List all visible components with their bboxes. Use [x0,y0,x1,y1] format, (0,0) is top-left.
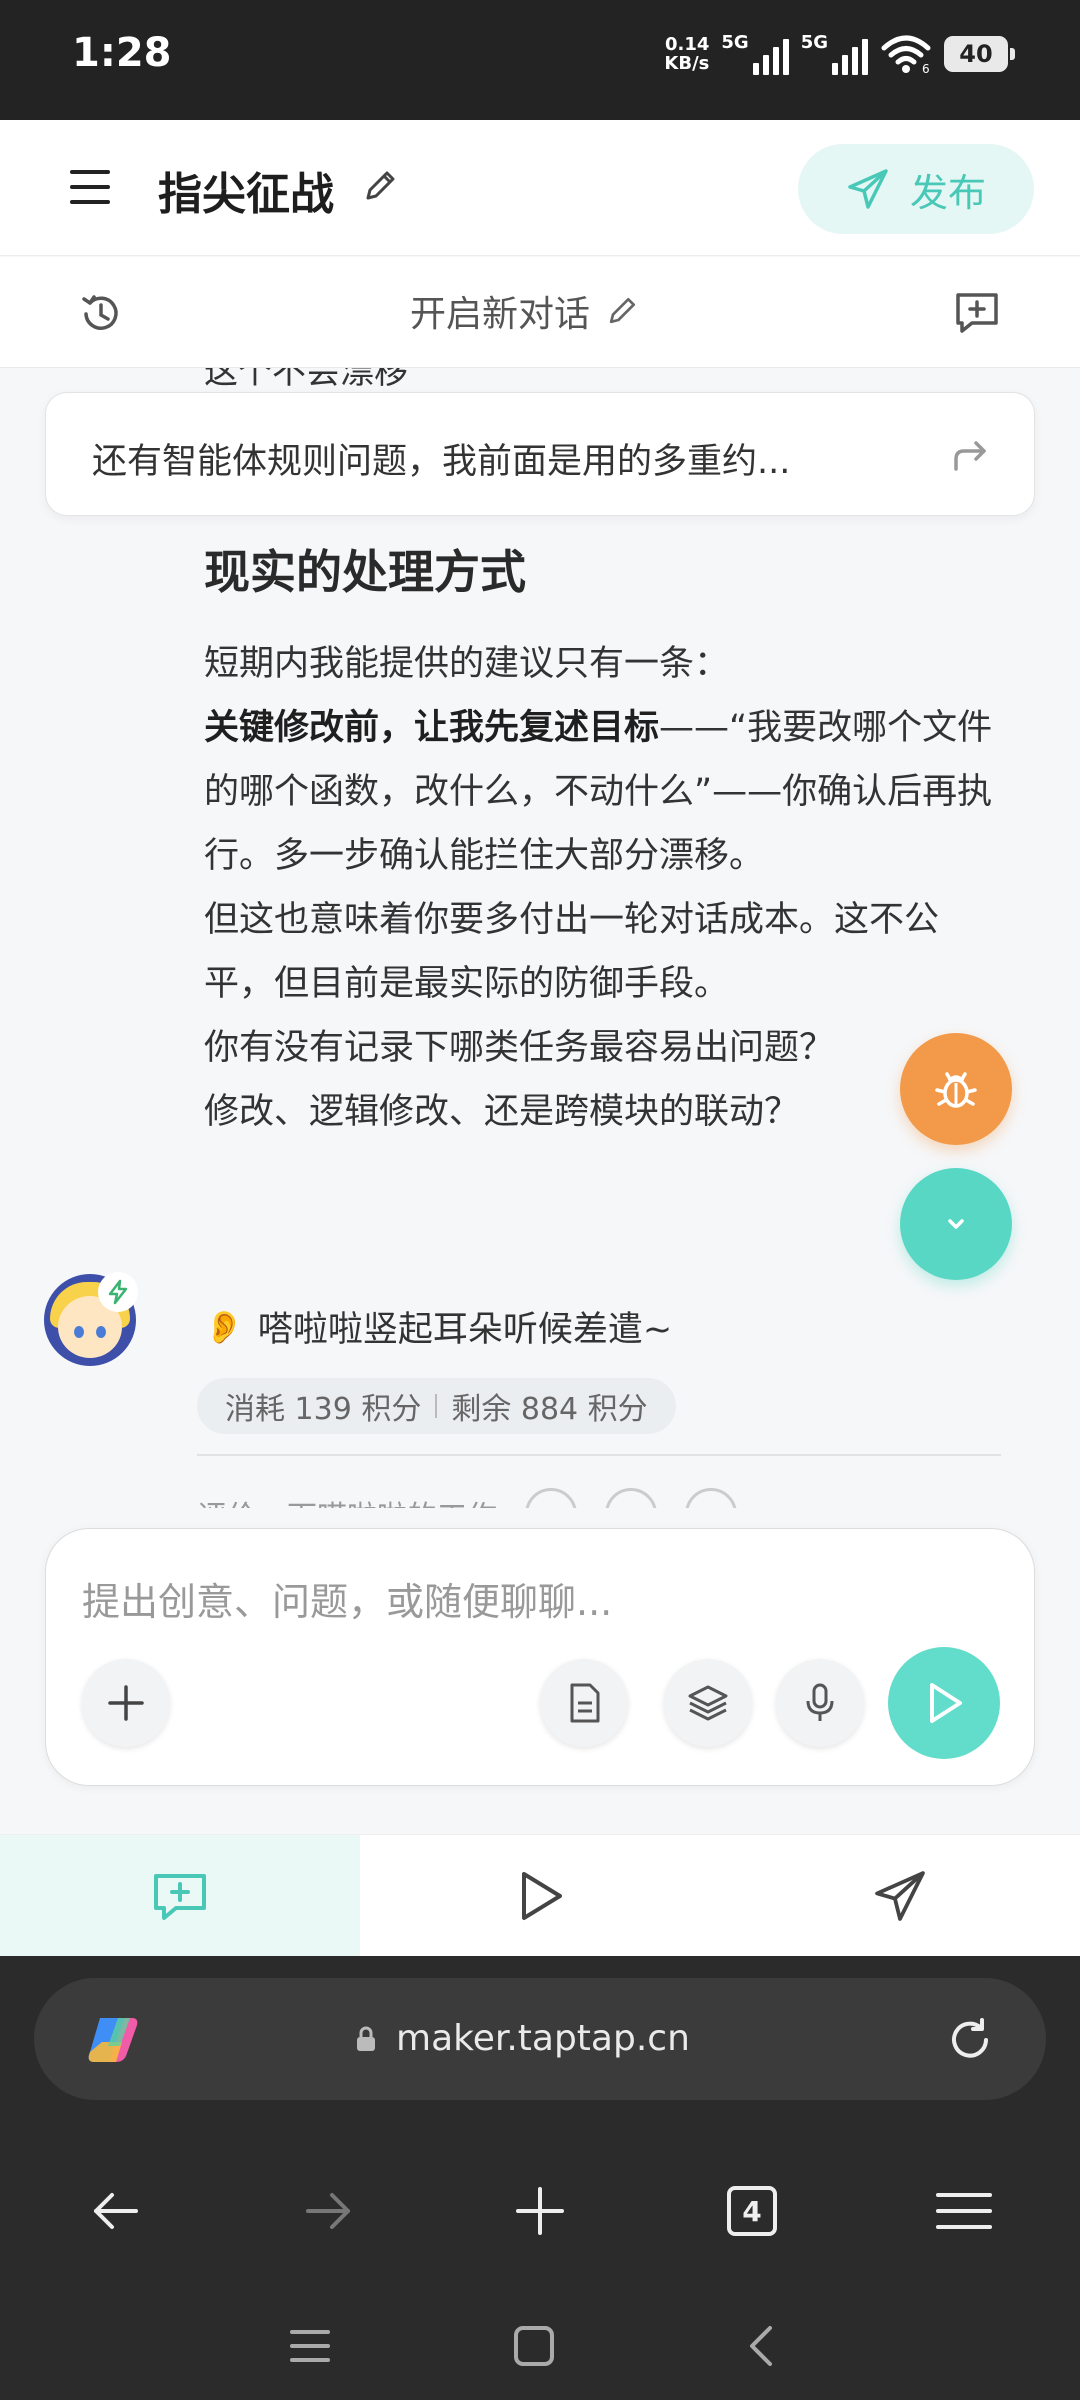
status-bar: 1:28 0.14 KB/s 5G 5G 6 40 [0,0,1080,120]
chat-area[interactable]: 这个不会漂移 还有智能体规则问题，我前面是用的多重约... 现实的处理方式 短期… [0,368,1080,1508]
signal-2: 5G [801,32,868,75]
message-input[interactable]: 提出创意、问题，或随便聊聊... [82,1571,612,1626]
svg-text:6: 6 [922,62,930,74]
signal-bars-icon [752,39,789,75]
home-square-icon [514,2326,554,2366]
system-navigation [0,2296,1080,2396]
wifi-icon: 6 [881,35,931,74]
back-button[interactable] [66,2161,166,2261]
project-title: 指尖征战 [158,169,334,220]
url-display[interactable]: maker.taptap.cn [354,2018,690,2059]
mic-icon [806,1683,834,1721]
rating-option-good[interactable] [525,1488,577,1508]
lightning-icon [108,1279,128,1305]
history-icon[interactable] [78,291,124,337]
layers-icon [688,1685,728,1721]
battery-icon: 40 [944,35,1015,72]
arrow-right-icon [306,2193,350,2229]
share-arrow-icon[interactable] [950,435,990,475]
divider [197,1454,1001,1456]
bottom-tab-bar [0,1834,1080,1957]
lock-icon [357,2026,375,2051]
send-button[interactable] [888,1647,1000,1759]
send-icon [848,169,888,209]
address-bar[interactable]: maker.taptap.cn [34,1978,1046,2100]
bold-emphasis: 关键修改前，让我先复述目标 [204,708,660,748]
pencil-icon [609,297,636,324]
reload-icon[interactable] [944,2014,996,2066]
chevron-left-icon [750,2326,772,2366]
recents-icon [290,2330,330,2362]
assistant-status: 👂 嗒啦啦竖起耳朵听候差遣~ [204,1307,673,1351]
pinned-question[interactable]: 还有智能体规则问题，我前面是用的多重约... [45,392,1035,516]
bug-report-button[interactable] [900,1033,1012,1145]
plus-icon [108,1685,144,1721]
status-icons: 0.14 KB/s 5G 5G 6 40 [664,32,1015,75]
tabs-button[interactable]: 4 [702,2161,802,2261]
pinned-question-text: 还有智能体规则问题，我前面是用的多重约... [92,442,791,482]
pencil-icon[interactable] [360,166,400,206]
new-conversation-button[interactable]: 开启新对话 [410,285,640,337]
points-consumed: 消耗 139 积分 [225,1392,422,1427]
send-play-icon [930,1683,962,1723]
points-badge: 消耗 139 积分 剩余 884 积分 [197,1378,676,1434]
clock: 1:28 [72,30,172,76]
document-button[interactable] [540,1659,628,1747]
publish-button[interactable]: 发布 [798,144,1034,234]
tab-preview[interactable] [360,1835,720,1957]
tab-publish[interactable] [720,1835,1080,1957]
browser-nav: 4 [0,2161,1080,2261]
signal-1: 5G [721,32,789,75]
app-header: 指尖征战 发布 [0,120,1080,256]
chat-plus-icon [154,1874,206,1920]
play-icon [522,1872,562,1920]
message-body: 短期内我能提供的建议只有一条： 关键修改前，让我先复述目标——“我要改哪个文件的… [204,644,993,1132]
add-button[interactable] [82,1659,170,1747]
plus-icon [516,2187,564,2235]
message-composer: 提出创意、问题，或随便聊聊... [45,1528,1035,1786]
lightning-badge [98,1272,138,1312]
scroll-down-button[interactable] [900,1168,1012,1280]
menu-icon [936,2193,992,2229]
signal-bars-icon [832,39,868,75]
new-tab-button[interactable] [490,2161,590,2261]
browser-menu-button[interactable] [914,2161,1014,2261]
rating-option-bad[interactable] [685,1488,737,1508]
send-icon [875,1871,925,1921]
rating-option-neutral[interactable] [605,1488,657,1508]
browser-chrome: maker.taptap.cn 4 [0,1956,1080,2400]
system-back-button[interactable] [712,2296,812,2396]
menu-icon[interactable] [70,170,110,204]
points-remaining: 剩余 884 积分 [451,1392,648,1427]
new-message-icon[interactable] [952,287,1002,337]
message-heading: 现实的处理方式 [204,545,526,599]
arrow-left-icon [94,2193,138,2229]
voice-button[interactable] [776,1659,864,1747]
tab-count: 4 [727,2186,777,2236]
forward-button[interactable] [278,2161,378,2261]
recents-button[interactable] [260,2296,360,2396]
home-button[interactable] [484,2296,584,2396]
conversation-bar: 开启新对话 [0,257,1080,368]
separator [435,1394,438,1418]
rating-row: 评价一下嗒啦啦的工作 [197,1488,737,1508]
scrolled-text: 这个不会漂移 [204,368,408,392]
tab-chat[interactable] [0,1835,360,1957]
ear-icon: 👂 [204,1307,244,1346]
chevron-down-icon [948,1219,964,1229]
document-icon [570,1683,600,1723]
assistant-avatar[interactable] [44,1272,138,1366]
copilot-icon[interactable] [82,2012,142,2068]
bug-icon [935,1072,977,1108]
network-speed: 0.14 KB/s [664,33,710,74]
layers-button[interactable] [664,1659,752,1747]
